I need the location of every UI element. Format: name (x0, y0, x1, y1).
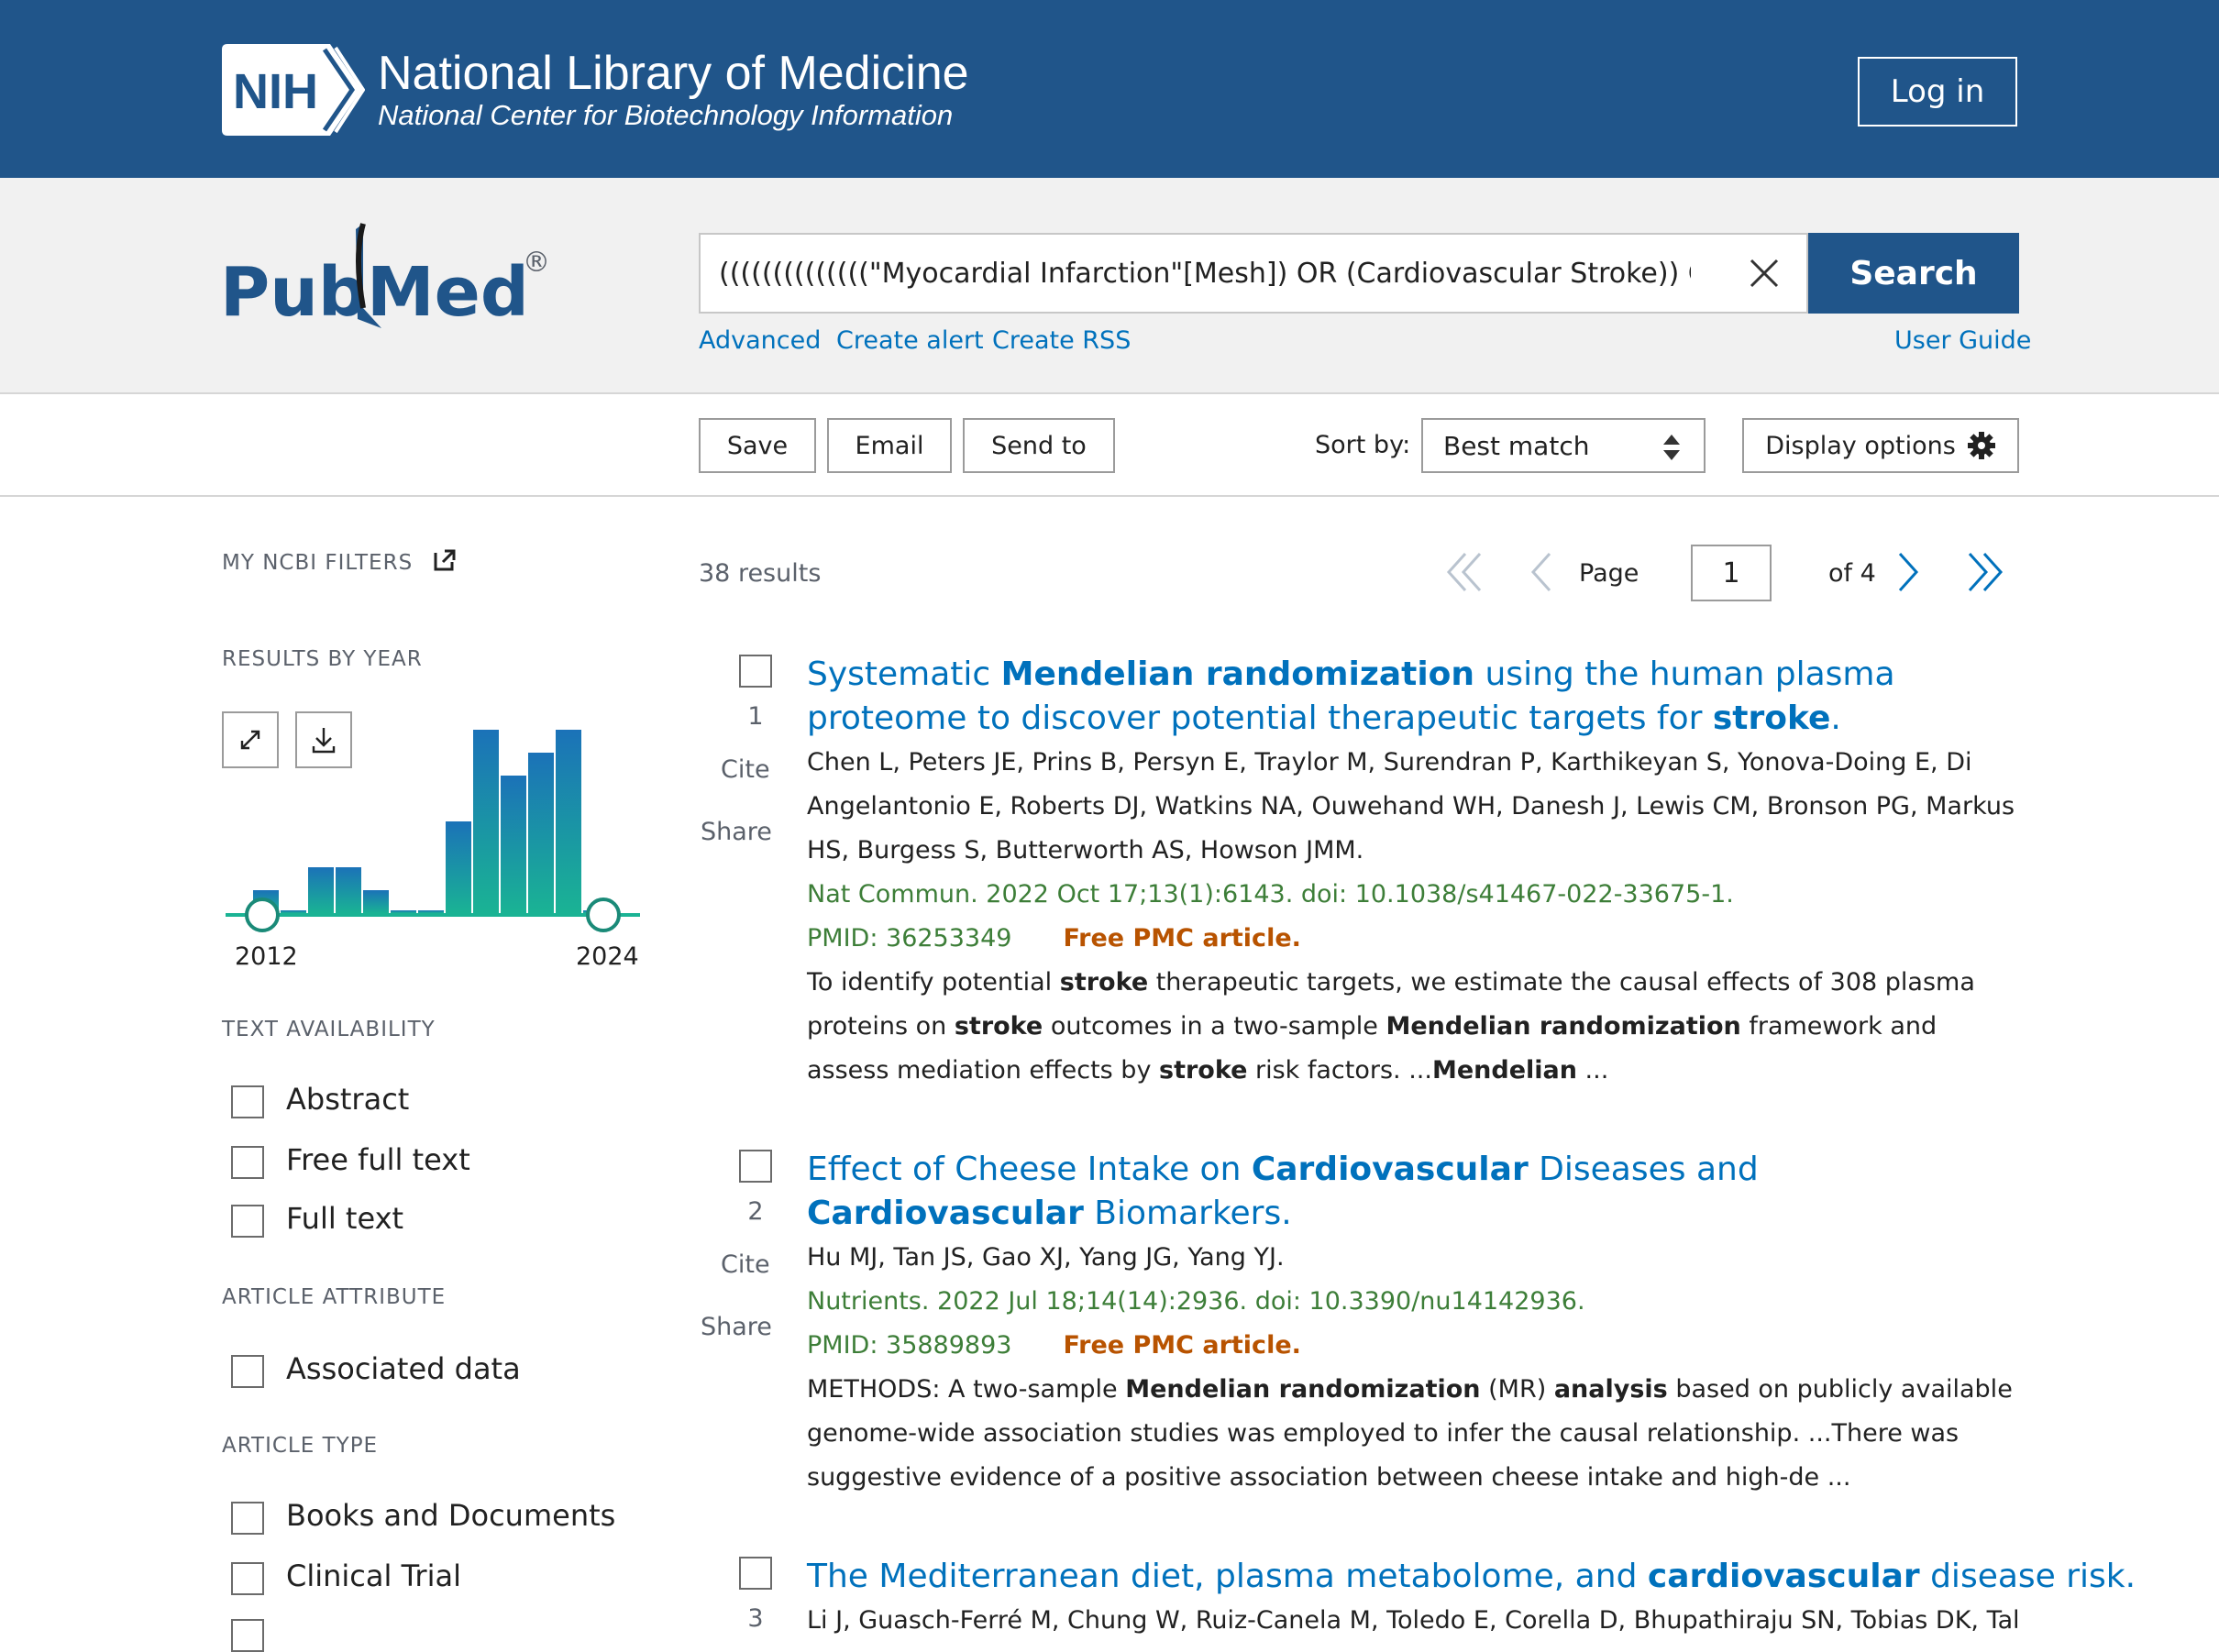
ncbi-subtitle: National Center for Biotechnology Inform… (378, 99, 954, 131)
result-1-pmid-row: PMID: 36253349 Free PMC article. (807, 917, 2017, 961)
external-link-icon[interactable] (433, 548, 457, 572)
result-1-pmid: PMID: 36253349 (807, 924, 1012, 953)
text-availability-heading: TEXT AVAILABILITY (222, 1018, 436, 1041)
free-full-text-label[interactable]: Free full text (286, 1142, 470, 1177)
previous-page-icon[interactable] (1528, 550, 1555, 594)
pubmed-logo-med: Med (367, 253, 529, 332)
year-bar-2013[interactable] (281, 910, 306, 913)
year-bar-2018[interactable] (418, 910, 444, 913)
result-1-citation: Nat Commun. 2022 Oct 17;13(1):6143. doi:… (807, 880, 1734, 909)
next-type-checkbox[interactable] (231, 1619, 264, 1652)
result-3-checkbox[interactable] (739, 1557, 772, 1590)
year-bar-2021[interactable] (501, 776, 526, 913)
result-2-citation: Nutrients. 2022 Jul 18;14(14):2936. doi:… (807, 1287, 1585, 1316)
abstract-label[interactable]: Abstract (286, 1082, 409, 1117)
year-bar-2020[interactable] (473, 730, 499, 913)
result-2-authors: Hu MJ, Tan JS, Gao XJ, Yang JG, Yang YJ. (807, 1243, 1285, 1272)
my-ncbi-filters-heading[interactable]: MY NCBI FILTERS (222, 548, 457, 575)
year-bar-2017[interactable] (391, 910, 416, 913)
result-2-number: 2 (747, 1197, 764, 1226)
result-2-share-button[interactable]: Share (701, 1313, 772, 1341)
create-rss-link[interactable]: Create RSS (992, 326, 1131, 355)
range-end-handle[interactable] (586, 898, 621, 932)
result-1-snippet: To identify potential stroke therapeutic… (807, 968, 1975, 1085)
results-by-year-chart[interactable] (222, 711, 644, 977)
result-3-number: 3 (747, 1604, 764, 1633)
result-2-snippet: METHODS: A two-sample Mendelian randomiz… (807, 1375, 2013, 1492)
page-number-input[interactable]: 1 (1691, 545, 1772, 601)
full-text-label[interactable]: Full text (286, 1201, 403, 1236)
pubmed-logo-pub: Pub (220, 253, 367, 332)
user-guide-link[interactable]: User Guide (1894, 326, 2031, 355)
last-page-icon[interactable] (1964, 550, 2004, 594)
search-button[interactable]: Search (1808, 233, 2019, 314)
sort-by-label: Sort by: (1315, 431, 1411, 459)
sort-select[interactable]: Best match (1421, 418, 1706, 473)
year-bar-2023[interactable] (556, 730, 581, 913)
year-end-label: 2024 (576, 942, 639, 971)
article-attribute-heading: ARTICLE ATTRIBUTE (222, 1285, 447, 1309)
nlm-title[interactable]: National Library of Medicine (378, 44, 969, 103)
send-to-button[interactable]: Send to (963, 418, 1115, 473)
clear-x-icon[interactable] (1746, 255, 1783, 292)
first-page-icon[interactable] (1445, 550, 1485, 594)
gear-icon (1967, 432, 1995, 459)
result-1-checkbox[interactable] (739, 655, 772, 688)
result-1-number: 1 (747, 702, 764, 731)
result-1-free-pmc: Free PMC article. (1063, 924, 1301, 953)
result-2-checkbox[interactable] (739, 1150, 772, 1183)
year-bar-2022[interactable] (528, 753, 554, 913)
next-page-icon[interactable] (1894, 550, 1922, 594)
result-3-title[interactable]: The Mediterranean diet, plasma metabolom… (807, 1555, 2136, 1599)
year-bar-2019[interactable] (446, 821, 471, 913)
full-text-checkbox[interactable] (231, 1205, 264, 1238)
clinical-trial-label[interactable]: Clinical Trial (286, 1558, 461, 1593)
abstract-checkbox[interactable] (231, 1085, 264, 1118)
free-full-text-checkbox[interactable] (231, 1146, 264, 1179)
save-button[interactable]: Save (699, 418, 816, 473)
clinical-trial-checkbox[interactable] (231, 1562, 264, 1595)
result-1-share-button[interactable]: Share (701, 818, 772, 846)
results-count: 38 results (699, 559, 822, 588)
result-2-cite-button[interactable]: Cite (721, 1250, 770, 1279)
my-ncbi-filters-label: MY NCBI FILTERS (222, 551, 414, 575)
page-count: of 4 (1828, 559, 1876, 588)
associated-data-checkbox[interactable] (231, 1355, 264, 1388)
year-bar-2014[interactable] (308, 867, 334, 913)
advanced-link[interactable]: Advanced (699, 326, 821, 355)
result-2-free-pmc: Free PMC article. (1063, 1331, 1301, 1360)
sort-arrows-icon (1663, 435, 1680, 460)
associated-data-label[interactable]: Associated data (286, 1351, 521, 1386)
create-alert-link[interactable]: Create alert (836, 326, 984, 355)
search-box (699, 233, 1808, 314)
year-bar-2015[interactable] (336, 867, 361, 913)
display-options-label: Display options (1765, 431, 1956, 460)
pubmed-logo[interactable]: Pub Med ® (220, 220, 556, 339)
nih-logo[interactable]: NIH (222, 44, 365, 136)
year-bar-2016[interactable] (363, 890, 389, 913)
sort-select-value: Best match (1443, 430, 1590, 461)
result-3-authors: Li J, Guasch-Ferré M, Chung W, Ruiz-Cane… (807, 1606, 2017, 1635)
pubmed-logo-reg: ® (523, 247, 550, 279)
result-1-authors: Chen L, Peters JE, Prins B, Persyn E, Tr… (807, 748, 2015, 865)
result-2-pmid-row: PMID: 35889893 Free PMC article. (807, 1324, 2017, 1368)
result-2-pmid: PMID: 35889893 (807, 1331, 1012, 1360)
books-documents-checkbox[interactable] (231, 1502, 264, 1535)
article-type-heading: ARTICLE TYPE (222, 1434, 379, 1458)
nih-logo-text: NIH (233, 64, 318, 119)
year-start-label: 2012 (235, 942, 298, 971)
result-1-cite-button[interactable]: Cite (721, 755, 770, 784)
login-button[interactable]: Log in (1858, 57, 2017, 127)
books-documents-label[interactable]: Books and Documents (286, 1498, 615, 1533)
result-1-title[interactable]: Systematic Mendelian randomization using… (807, 653, 2017, 741)
result-2-title[interactable]: Effect of Cheese Intake on Cardiovascula… (807, 1148, 2017, 1236)
results-by-year-heading: RESULTS BY YEAR (222, 647, 423, 671)
page-label: Page (1579, 559, 1639, 588)
search-input[interactable] (719, 235, 1691, 312)
email-button[interactable]: Email (827, 418, 952, 473)
display-options-button[interactable]: Display options (1742, 418, 2019, 473)
range-start-handle[interactable] (245, 898, 280, 932)
